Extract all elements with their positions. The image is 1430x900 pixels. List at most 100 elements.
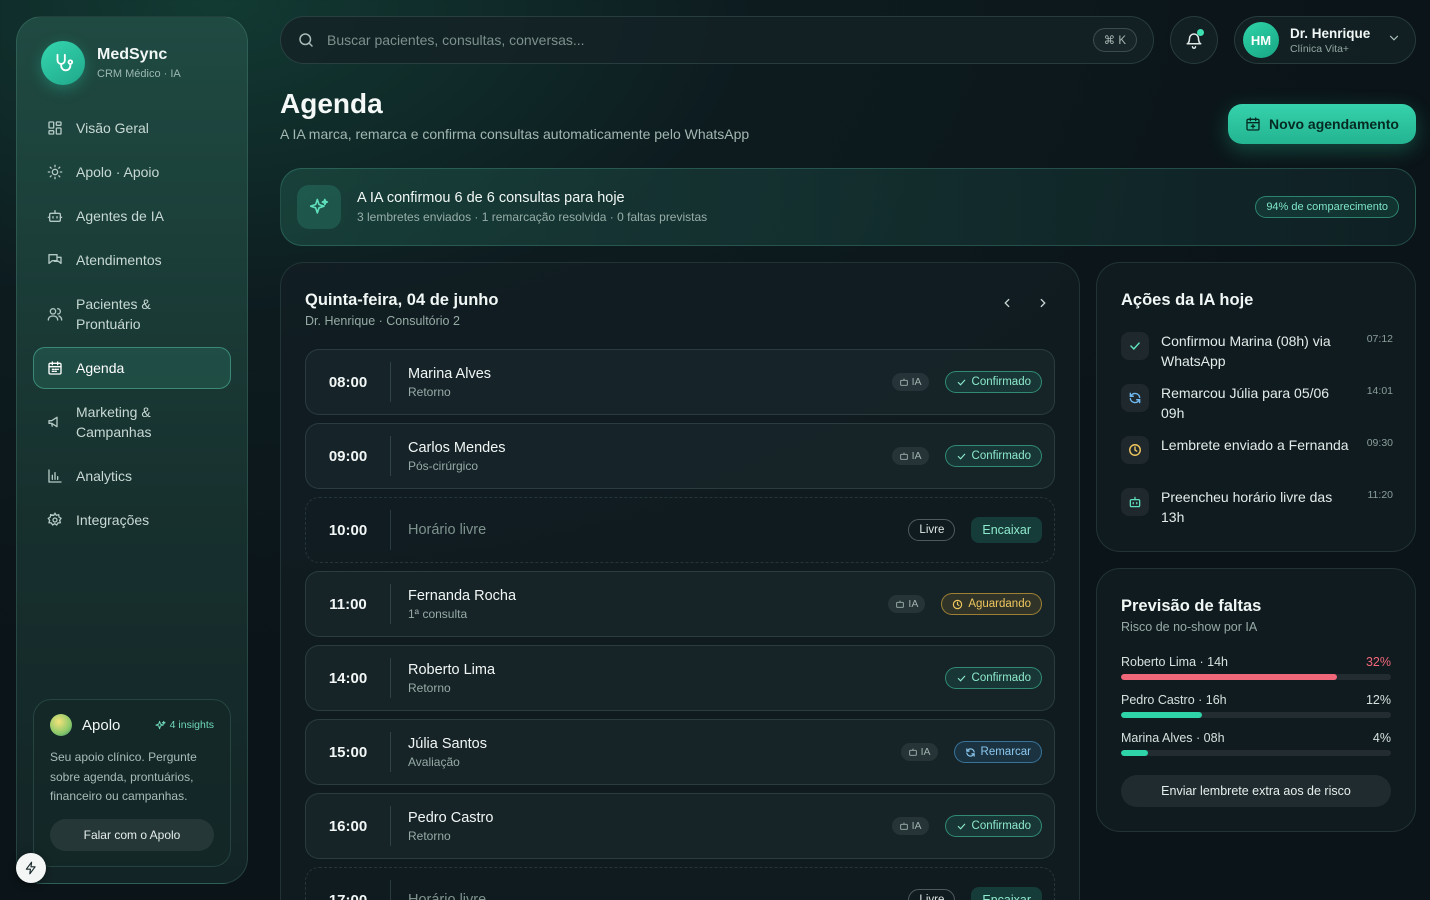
risk-item: Marina Alves · 08h 4% (1121, 731, 1391, 756)
user-name: Dr. Henrique (1290, 25, 1371, 41)
slot-time: 15:00 (328, 743, 368, 761)
talk-to-apolo-button[interactable]: Falar com o Apolo (50, 818, 214, 851)
stethoscope-icon (41, 41, 85, 85)
risk-item: Roberto Lima · 14h 32% (1121, 655, 1391, 680)
apolo-description: Seu apoio clínico. Pergunte sobre agenda… (50, 750, 197, 803)
sidebar-item-label: Pacientes & Prontuário (76, 296, 151, 332)
chevron-down-icon (1387, 31, 1401, 50)
forecast-title: Previsão de faltas (1121, 597, 1262, 615)
apolo-insights[interactable]: 4 insights (155, 719, 214, 731)
ia-badge: IA (891, 447, 929, 465)
robot-icon (908, 748, 917, 756)
ia-label: IA (911, 450, 922, 462)
user-menu[interactable]: HM Dr. Henrique Clínica Vita+ (1234, 16, 1416, 64)
free-slot[interactable]: 10:00 Horário livre Livre Encaixar (305, 497, 1055, 563)
action-time: 14:01 (1366, 385, 1393, 397)
search-input[interactable] (327, 32, 1093, 48)
slot-time: 11:00 (329, 595, 367, 613)
forecast-subtitle: Risco de no-show por IA (1121, 620, 1258, 634)
ia-badge: IA (900, 743, 938, 761)
free-slot[interactable]: 17:00 Horário livre Livre Encaixar (305, 867, 1055, 900)
notifications-button[interactable] (1170, 16, 1218, 64)
action-text: Remarcou Júlia para 05/06 09h (1161, 385, 1330, 421)
sidebar: MedSync CRM Médico · IA Visão Geral Apol… (16, 16, 248, 884)
sidebar-item-atendimentos[interactable]: Atendimentos (33, 239, 231, 281)
sidebar-item-marketing[interactable]: Marketing & Campanhas (33, 391, 231, 453)
banner-subtitle: 3 lembretes enviados · 1 remarcação reso… (357, 210, 708, 224)
status-badge: Confirmado (944, 815, 1042, 837)
sidebar-item-agentes[interactable]: Agentes de IA (33, 195, 231, 237)
bolt-button[interactable] (16, 853, 46, 883)
robot-icon (899, 378, 908, 386)
new-appointment-label: Novo agendamento (1269, 116, 1399, 132)
agenda-panel: Quinta-feira, 04 de junho Dr. Henrique ·… (280, 262, 1080, 900)
sidebar-nav: Visão Geral Apolo · Apoio Agentes de IA … (33, 107, 231, 543)
search-shortcut: ⌘ K (1092, 28, 1137, 52)
list-item: Confirmou Marina (08h) via WhatsApp 07:1… (1121, 331, 1393, 371)
apolo-avatar (50, 714, 72, 736)
apolo-card: Apolo 4 insights Seu apoio clínico. Perg… (33, 699, 231, 867)
sun-icon (46, 163, 64, 181)
chat-icon (46, 251, 64, 269)
fit-in-button[interactable]: Encaixar (971, 517, 1042, 543)
bolt-icon (25, 861, 36, 875)
status-label: Confirmado (971, 376, 1031, 388)
appointment-slot[interactable]: 15:00 Júlia Santos Avaliação IA Remarcar (305, 719, 1055, 785)
sidebar-item-integracoes[interactable]: Integrações (33, 499, 231, 541)
robot-icon (896, 600, 905, 608)
appointment-type: 1ª consulta (408, 606, 468, 621)
sidebar-item-analytics[interactable]: Analytics (33, 455, 231, 497)
appointment-type: Retorno (408, 384, 451, 399)
appointment-slot[interactable]: 09:00 Carlos Mendes Pós-cirúrgico IA Con… (305, 423, 1055, 489)
fit-in-button[interactable]: Encaixar (971, 887, 1042, 900)
check-icon (1121, 332, 1149, 360)
risk-bar (1121, 712, 1391, 718)
page-title: Agenda (280, 88, 383, 119)
ai-actions-card: Ações da IA hoje Confirmou Marina (08h) … (1096, 262, 1416, 552)
appointment-slot[interactable]: 11:00 Fernanda Rocha 1ª consulta IA Agua… (305, 571, 1055, 637)
risk-bar-fill (1121, 712, 1202, 718)
risk-bar (1121, 750, 1391, 756)
slot-time: 16:00 (328, 817, 368, 835)
sidebar-item-label: Agenda (76, 360, 125, 376)
attendance-badge: 94% de comparecimento (1255, 196, 1399, 218)
status-badge: Confirmado (944, 667, 1042, 689)
sidebar-item-label: Marketing & Campanhas (76, 404, 152, 440)
risk-bar-fill (1121, 674, 1337, 680)
clock-icon (953, 599, 963, 609)
slot-time: 09:00 (328, 447, 368, 465)
chevron-left-icon (1004, 298, 1010, 308)
sidebar-item-label: Apolo · Apoio (76, 164, 160, 180)
risk-label: Marina Alves · 08h (1121, 731, 1225, 745)
action-time: 11:20 (1367, 489, 1394, 501)
list-item: Remarcou Júlia para 05/06 09h 14:01 (1121, 383, 1393, 423)
appointment-type: Pós-cirúrgico (408, 458, 479, 473)
sidebar-item-visao-geral[interactable]: Visão Geral (33, 107, 231, 149)
sidebar-item-apolo[interactable]: Apolo · Apoio (33, 151, 231, 193)
brand[interactable]: MedSync CRM Médico · IA (41, 41, 181, 85)
slot-time: 08:00 (328, 373, 368, 391)
sidebar-item-agenda[interactable]: Agenda (33, 347, 231, 389)
check-icon (957, 675, 965, 682)
sidebar-item-label: Agentes de IA (76, 208, 164, 224)
calendar-plus-icon (1246, 117, 1260, 131)
risk-label: Pedro Castro · 16h (1121, 693, 1227, 707)
new-appointment-button[interactable]: Novo agendamento (1228, 104, 1416, 144)
sidebar-item-label: Visão Geral (76, 120, 149, 136)
status-badge[interactable]: Remarcar (953, 741, 1042, 763)
appointment-slot[interactable]: 16:00 Pedro Castro Retorno IA Confirmado (305, 793, 1055, 859)
gear-icon (46, 511, 64, 529)
appointment-slot[interactable]: 08:00 Marina Alves Retorno IA Confirmado (305, 349, 1055, 415)
appointment-type: Retorno (408, 680, 451, 695)
sidebar-item-pacientes[interactable]: Pacientes & Prontuário (33, 283, 231, 345)
previous-day-button[interactable] (995, 291, 1019, 315)
appointment-slot[interactable]: 14:00 Roberto Lima Retorno Confirmado (305, 645, 1055, 711)
send-extra-reminder-button[interactable]: Enviar lembrete extra aos de risco (1121, 775, 1391, 807)
next-day-button[interactable] (1031, 291, 1055, 315)
status-label: Aguardando (968, 598, 1031, 610)
list-item: Lembrete enviado a Fernanda 09:30 (1121, 435, 1393, 464)
action-text: Preencheu horário livre das 13h (1161, 489, 1333, 525)
grid-icon (46, 119, 64, 137)
agenda-date: Quinta-feira, 04 de junho (305, 291, 499, 309)
risk-bar-fill (1121, 750, 1148, 756)
